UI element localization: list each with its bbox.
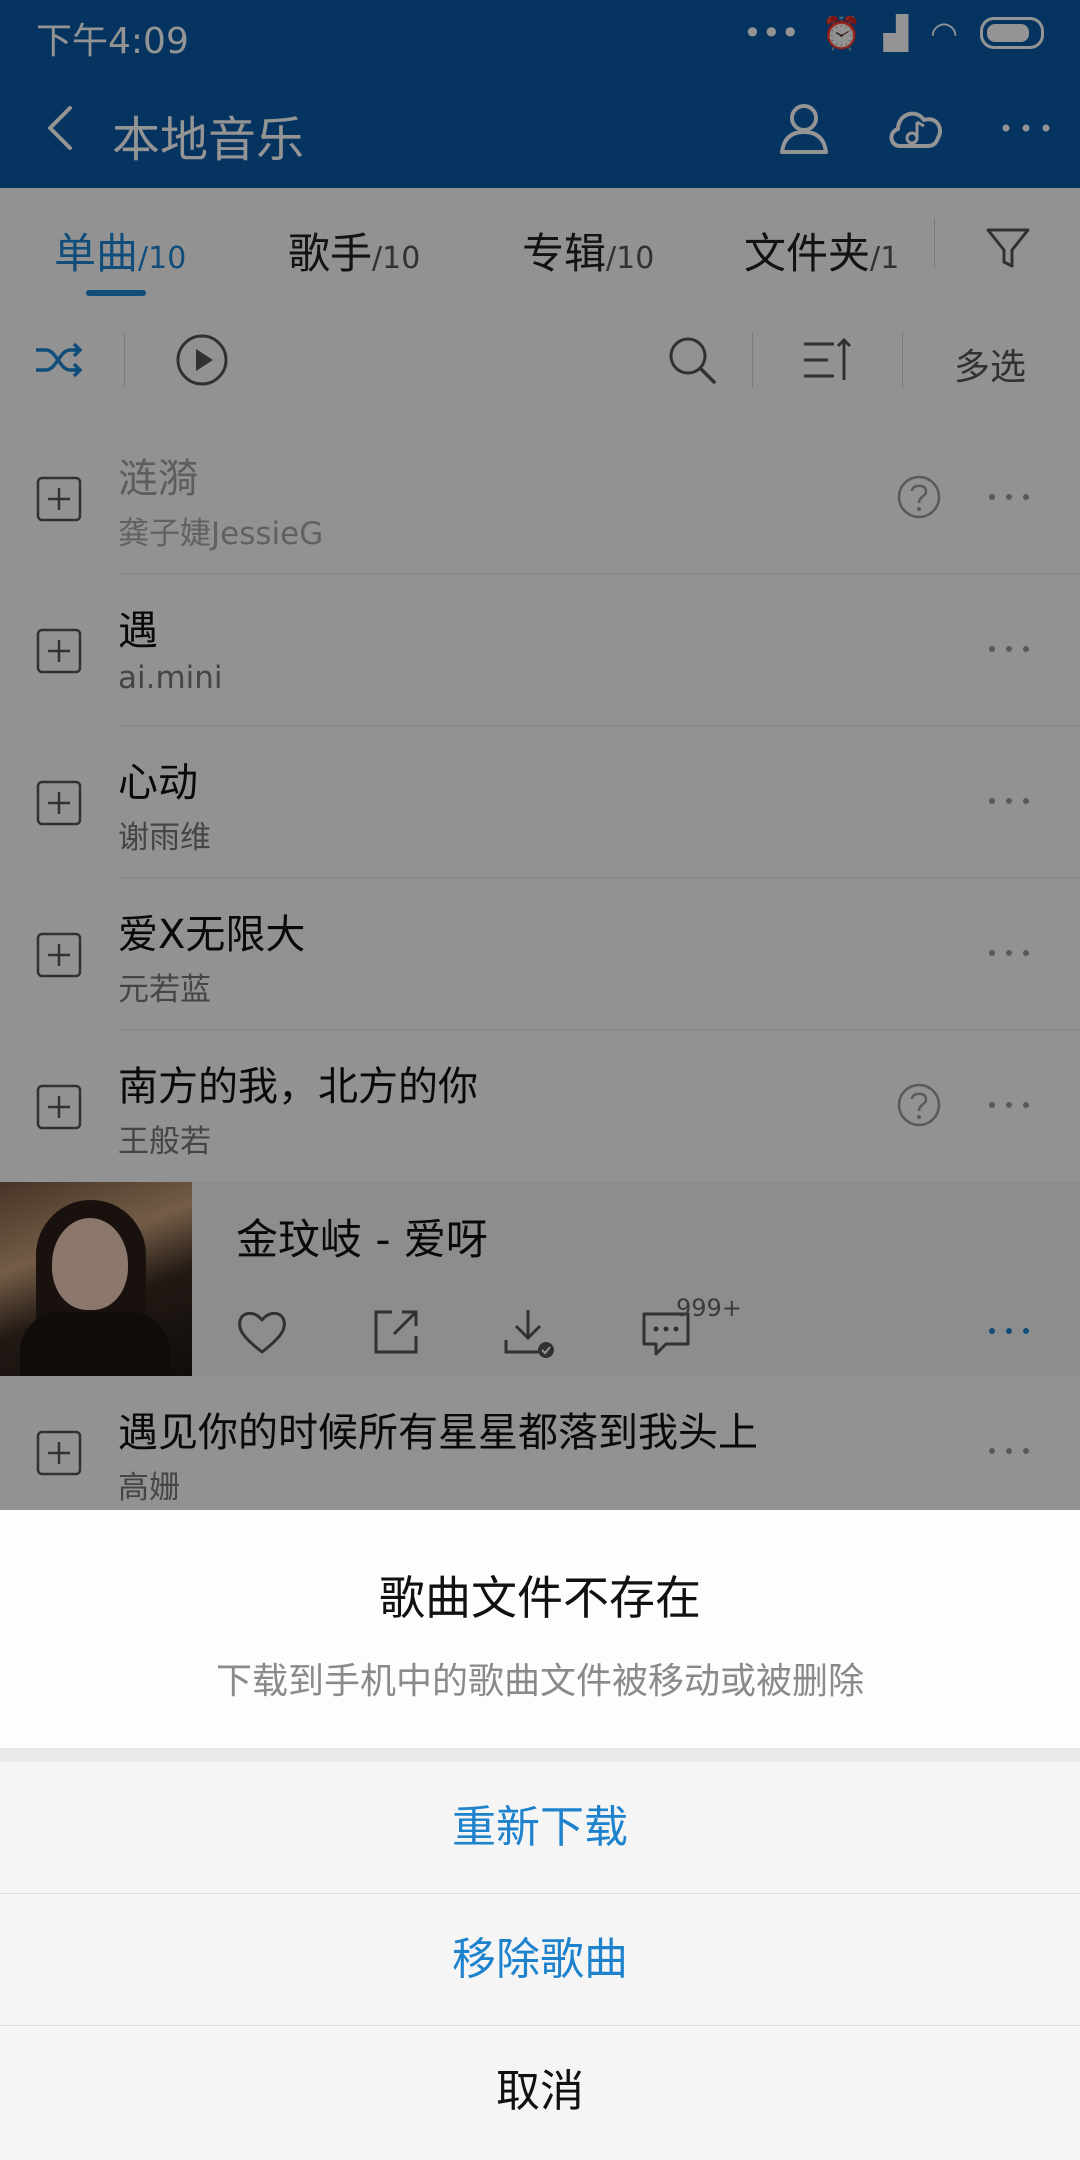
action-sheet: 歌曲文件不存在 下载到手机中的歌曲文件被移动或被删除 重新下载 移除歌曲 取消: [0, 1510, 1080, 2160]
redownload-button[interactable]: 重新下载: [0, 1762, 1080, 1893]
action-sheet-header: 歌曲文件不存在 下载到手机中的歌曲文件被移动或被删除: [0, 1510, 1080, 1748]
cancel-button[interactable]: 取消: [0, 2026, 1080, 2157]
dialog-title: 歌曲文件不存在: [379, 1571, 701, 1625]
remove-song-button[interactable]: 移除歌曲: [0, 1894, 1080, 2025]
dialog-message: 下载到手机中的歌曲文件被移动或被删除: [215, 1661, 864, 1702]
section-gap: [0, 1748, 1080, 1762]
